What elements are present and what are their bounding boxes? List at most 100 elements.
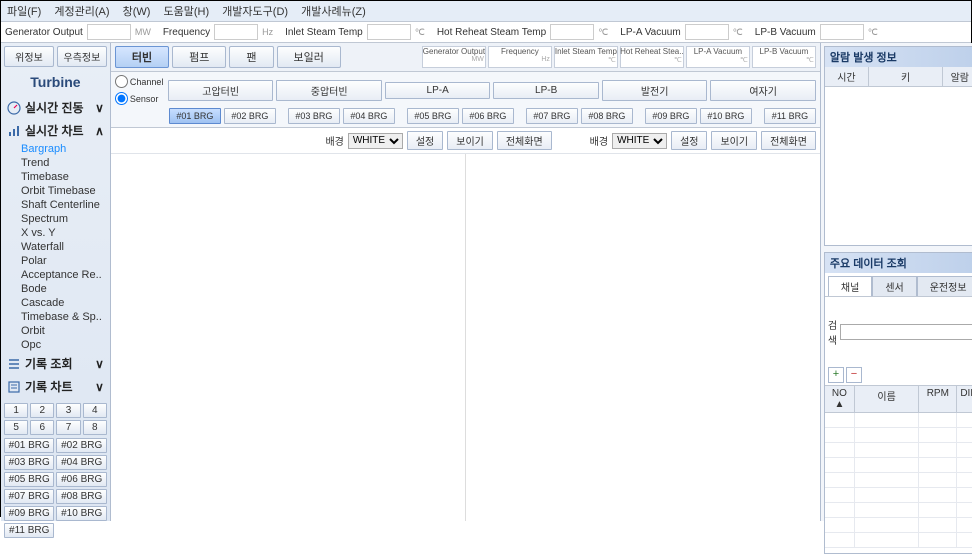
nav-item-orbit-timebase[interactable]: Orbit Timebase — [17, 184, 106, 198]
fullscreen-btn-right[interactable]: 전체화면 — [761, 131, 816, 150]
brg-btn-01[interactable]: #01 BRG — [4, 438, 54, 453]
nav-item-cascade[interactable]: Cascade — [17, 296, 106, 310]
table-row[interactable] — [825, 503, 972, 518]
nav-item-waterfall[interactable]: Waterfall — [17, 240, 106, 254]
settings-btn-right[interactable]: 설정 — [671, 131, 707, 150]
brg-btn-02[interactable]: #02 BRG — [56, 438, 106, 453]
tab-pump[interactable]: 펌프 — [172, 46, 226, 68]
num-btn-7[interactable]: 7 — [56, 420, 80, 435]
menu-devtools[interactable]: 개발자도구(D) — [222, 6, 288, 18]
nav-item-orbit[interactable]: Orbit — [17, 324, 106, 338]
radio-channel[interactable]: Channel — [115, 75, 165, 88]
nav-item-shaft-centerline[interactable]: Shaft Centerline — [17, 198, 106, 212]
num-btn-8[interactable]: 8 — [83, 420, 107, 435]
brg-btn-11[interactable]: #11 BRG — [4, 523, 54, 538]
show-btn-right[interactable]: 보이기 — [711, 131, 757, 150]
channel-hp[interactable]: 고압터빈 — [168, 80, 274, 101]
show-btn-left[interactable]: 보이기 — [447, 131, 493, 150]
table-row[interactable] — [825, 488, 972, 503]
remove-button[interactable]: − — [846, 367, 862, 383]
menu-window[interactable]: 창(W) — [123, 6, 151, 18]
nav-group-record-query[interactable]: 기록 조회 ∨ — [5, 352, 106, 375]
sensor-05[interactable]: #05 BRG — [407, 108, 459, 124]
stat-inlet-value[interactable] — [367, 24, 411, 40]
nav-group-record-chart[interactable]: 기록 차트 ∨ — [5, 375, 106, 398]
brg-btn-09[interactable]: #09 BRG — [4, 506, 54, 521]
sensor-02[interactable]: #02 BRG — [224, 108, 276, 124]
table-row[interactable] — [825, 428, 972, 443]
alarm-col-alarm[interactable]: 알람 — [943, 67, 972, 86]
brg-btn-03[interactable]: #03 BRG — [4, 455, 54, 470]
sensor-04[interactable]: #04 BRG — [343, 108, 395, 124]
sensor-01[interactable]: #01 BRG — [169, 108, 221, 124]
menu-devcases[interactable]: 개발사례뉴(Z) — [301, 6, 366, 18]
table-row[interactable] — [825, 458, 972, 473]
nav-item-bargraph[interactable]: Bargraph — [17, 142, 106, 156]
num-btn-3[interactable]: 3 — [56, 403, 80, 418]
tab-turbine[interactable]: 터빈 — [115, 46, 169, 68]
tab-fan[interactable]: 팬 — [229, 46, 273, 68]
menu-account[interactable]: 계정관리(A) — [54, 6, 109, 18]
num-btn-2[interactable]: 2 — [30, 403, 54, 418]
fullscreen-btn-left[interactable]: 전체화면 — [497, 131, 552, 150]
stat-freq-value[interactable] — [214, 24, 258, 40]
brg-btn-05[interactable]: #05 BRG — [4, 472, 54, 487]
brg-btn-08[interactable]: #08 BRG — [56, 489, 106, 504]
menu-help[interactable]: 도움말(H) — [163, 6, 209, 18]
bg-select-right[interactable]: WHITE — [612, 133, 667, 149]
channel-gen[interactable]: 발전기 — [602, 80, 708, 101]
table-row[interactable] — [825, 443, 972, 458]
sensor-08[interactable]: #08 BRG — [581, 108, 633, 124]
search-input[interactable] — [840, 324, 972, 340]
channel-exc[interactable]: 여자기 — [710, 80, 816, 101]
stat-lpa-value[interactable] — [685, 24, 729, 40]
data-tab-opinfo[interactable]: 운전정보 — [917, 276, 972, 296]
channel-lpa[interactable]: LP-A — [385, 82, 491, 99]
nav-item-timebase-sp[interactable]: Timebase & Sp.. — [17, 310, 106, 324]
num-btn-6[interactable]: 6 — [30, 420, 54, 435]
channel-ip[interactable]: 중압터빈 — [276, 80, 382, 101]
table-row[interactable] — [825, 473, 972, 488]
nav-item-acceptance[interactable]: Acceptance Re.. — [17, 268, 106, 282]
table-row[interactable] — [825, 413, 972, 428]
settings-btn-left[interactable]: 설정 — [407, 131, 443, 150]
stat-gen-output-value[interactable] — [87, 24, 131, 40]
alarm-col-key[interactable]: 키 — [869, 67, 943, 86]
num-btn-5[interactable]: 5 — [4, 420, 28, 435]
sensor-09[interactable]: #09 BRG — [645, 108, 697, 124]
num-btn-4[interactable]: 4 — [83, 403, 107, 418]
brg-btn-10[interactable]: #10 BRG — [56, 506, 106, 521]
bg-select-left[interactable]: WHITE — [348, 133, 403, 149]
nav-item-trend[interactable]: Trend — [17, 156, 106, 170]
nav-item-xvsy[interactable]: X vs. Y — [17, 226, 106, 240]
num-btn-1[interactable]: 1 — [4, 403, 28, 418]
dcol-rpm[interactable]: RPM — [919, 386, 957, 413]
stat-reheat-value[interactable] — [550, 24, 594, 40]
nav-item-opc[interactable]: Opc — [17, 338, 106, 352]
nav-item-polar[interactable]: Polar — [17, 254, 106, 268]
radio-sensor[interactable]: Sensor — [115, 92, 165, 105]
channel-lpb[interactable]: LP-B — [493, 82, 599, 99]
sensor-07[interactable]: #07 BRG — [526, 108, 578, 124]
side-tab-left[interactable]: 위정보 — [4, 46, 54, 67]
dcol-direct[interactable]: DIRECT — [957, 386, 972, 413]
data-tab-channel[interactable]: 채널 — [828, 276, 872, 296]
nav-group-realtime-vib[interactable]: 실시간 진동 ∨ — [5, 96, 106, 119]
add-button[interactable]: + — [828, 367, 844, 383]
nav-group-realtime-chart[interactable]: 실시간 차트 ∧ — [5, 119, 106, 142]
sensor-11[interactable]: #11 BRG — [764, 108, 816, 124]
dcol-name[interactable]: 이름 — [855, 386, 919, 413]
data-tab-sensor[interactable]: 센서 — [872, 276, 916, 296]
nav-item-timebase[interactable]: Timebase — [17, 170, 106, 184]
sensor-03[interactable]: #03 BRG — [288, 108, 340, 124]
menu-file[interactable]: 파일(F) — [7, 6, 41, 18]
dcol-no[interactable]: NO ▲ — [825, 386, 855, 413]
brg-btn-07[interactable]: #07 BRG — [4, 489, 54, 504]
sensor-06[interactable]: #06 BRG — [462, 108, 514, 124]
brg-btn-04[interactable]: #04 BRG — [56, 455, 106, 470]
table-row[interactable] — [825, 518, 972, 533]
stat-lpb-value[interactable] — [820, 24, 864, 40]
nav-item-bode[interactable]: Bode — [17, 282, 106, 296]
nav-item-spectrum[interactable]: Spectrum — [17, 212, 106, 226]
table-row[interactable] — [825, 533, 972, 548]
